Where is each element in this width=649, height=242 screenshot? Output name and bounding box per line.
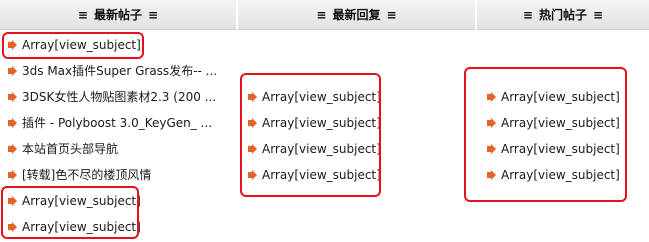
post-link[interactable]: 插件 - Polyboost 3.0_KeyGen_ ... — [22, 110, 212, 136]
menu-lines-icon: ≡ — [148, 7, 159, 22]
list-item[interactable]: 3DSK女性人物贴图素材2.3 (200 ... — [8, 84, 232, 110]
list-item[interactable]: 3ds Max插件Super Grass发布-- ... — [8, 58, 232, 84]
highlight-box — [1, 186, 139, 239]
list-item[interactable]: [转载]色不尽的楼顶风情 — [8, 162, 232, 188]
menu-lines-icon: ≡ — [77, 7, 88, 22]
arrow-bullet-icon — [8, 170, 18, 180]
hot-posts-header: ≡ 热门帖子 ≡ — [477, 0, 649, 30]
hot-posts-title: 热门帖子 — [538, 8, 587, 22]
menu-lines-icon: ≡ — [386, 7, 397, 22]
highlight-box — [2, 32, 144, 59]
arrow-bullet-icon — [8, 118, 18, 128]
highlight-box — [464, 67, 627, 202]
highlight-box — [240, 73, 381, 197]
arrow-bullet-icon — [8, 92, 18, 102]
post-link[interactable]: 3DSK女性人物贴图素材2.3 (200 ... — [22, 84, 216, 110]
arrow-bullet-icon — [8, 66, 18, 76]
arrow-bullet-icon — [8, 144, 18, 154]
list-item[interactable]: 插件 - Polyboost 3.0_KeyGen_ ... — [8, 110, 232, 136]
menu-lines-icon: ≡ — [593, 7, 604, 22]
latest-replies-title: 最新回复 — [332, 8, 381, 22]
latest-posts-header: ≡ 最新帖子 ≡ — [0, 0, 237, 30]
column-header-row: ≡ 最新帖子 ≡ ≡ 最新回复 ≡ ≡ 热门帖子 ≡ — [0, 0, 649, 30]
post-link[interactable]: [转载]色不尽的楼顶风情 — [22, 162, 151, 188]
post-link[interactable]: 本站首页头部导航 — [22, 136, 118, 162]
menu-lines-icon: ≡ — [316, 7, 327, 22]
list-item[interactable]: 本站首页头部导航 — [8, 136, 232, 162]
latest-posts-title: 最新帖子 — [93, 8, 142, 22]
latest-replies-header: ≡ 最新回复 ≡ — [238, 0, 476, 30]
post-link[interactable]: 3ds Max插件Super Grass发布-- ... — [22, 58, 217, 84]
menu-lines-icon: ≡ — [522, 7, 533, 22]
